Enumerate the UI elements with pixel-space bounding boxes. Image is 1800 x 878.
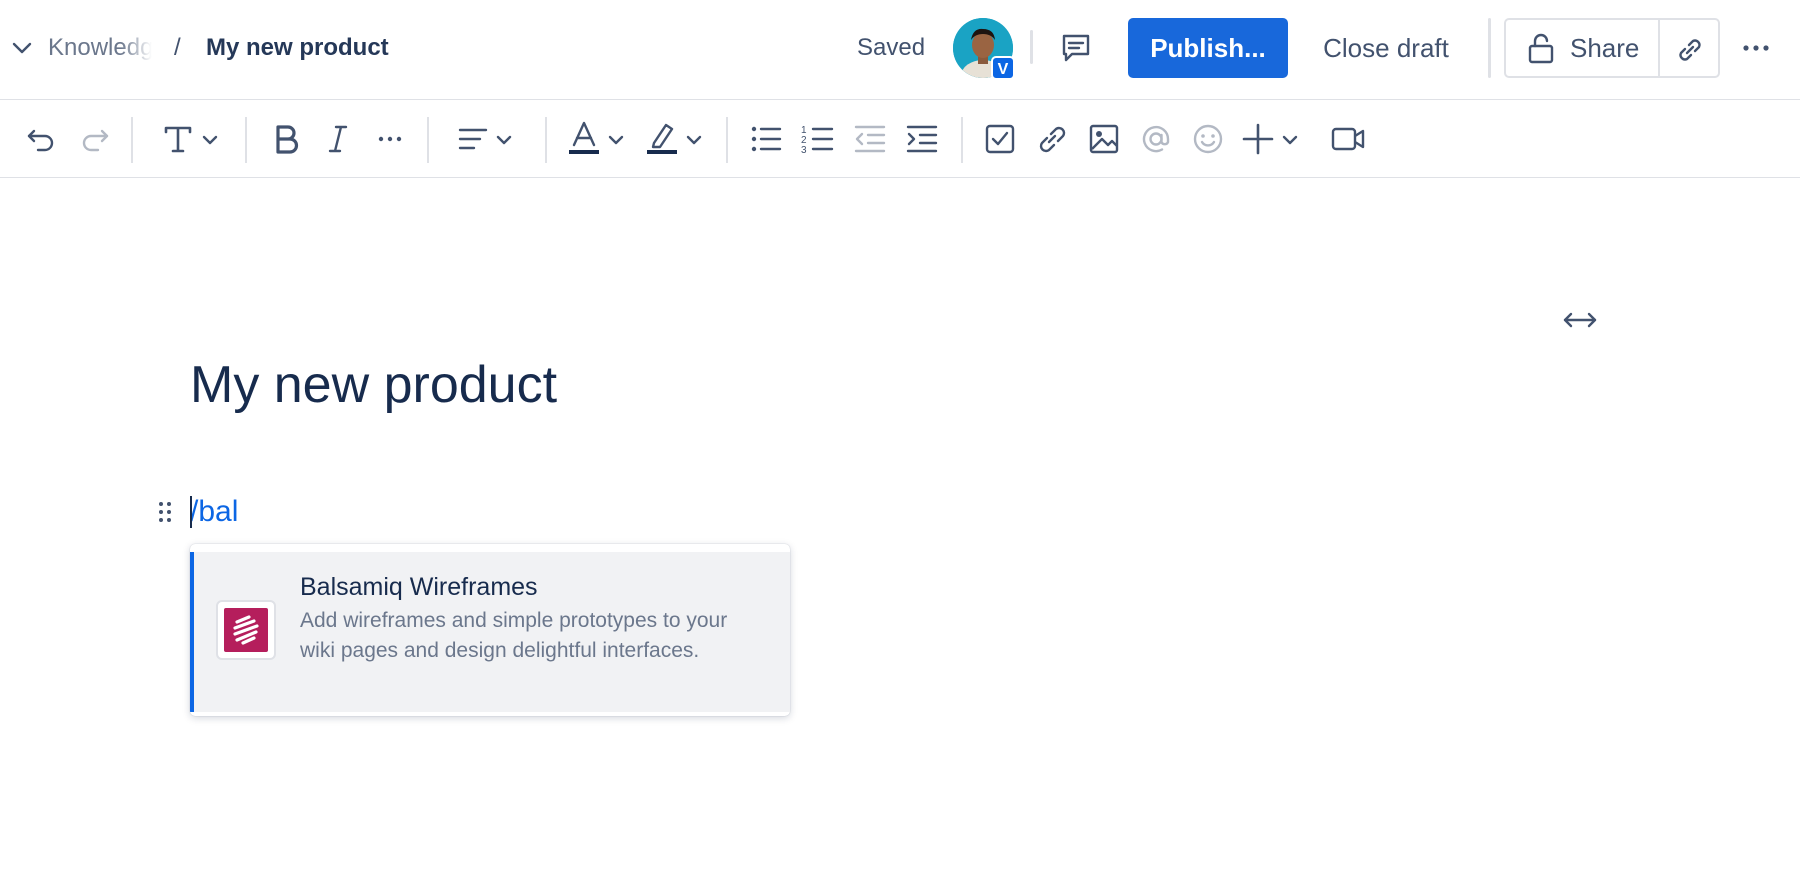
divider	[1488, 18, 1491, 78]
unlock-icon	[1528, 33, 1554, 64]
toolbar-divider	[245, 117, 247, 163]
italic-icon[interactable]	[318, 119, 358, 159]
image-icon[interactable]	[1084, 119, 1124, 159]
divider	[1030, 30, 1033, 64]
avatar-badge: V	[991, 56, 1015, 80]
share-label: Share	[1570, 33, 1640, 63]
link-icon	[1679, 39, 1701, 61]
chevron-down-icon[interactable]	[10, 36, 34, 60]
video-icon[interactable]	[1328, 119, 1368, 159]
highlight-icon[interactable]	[644, 119, 710, 159]
top-bar: Knowledge / My new product Saved V Publi…	[0, 0, 1800, 100]
breadcrumb-separator: /	[174, 34, 181, 61]
bullet-list-icon[interactable]	[746, 119, 786, 159]
outdent-icon[interactable]	[850, 119, 890, 159]
insert-icon[interactable]	[1240, 119, 1306, 159]
breadcrumb-space[interactable]: Knowledge	[48, 32, 152, 64]
indent-icon[interactable]	[902, 119, 942, 159]
balsamiq-logo-icon	[216, 600, 276, 660]
redo-icon[interactable]	[74, 119, 114, 159]
save-status: Saved	[857, 34, 926, 61]
publish-button[interactable]: Publish...	[1128, 18, 1288, 78]
toolbar-divider	[726, 117, 728, 163]
slash-command-menu: Balsamiq Wireframes Add wireframes and s…	[190, 544, 790, 716]
bold-icon[interactable]	[266, 119, 306, 159]
close-draft-button[interactable]: Close draft	[1306, 18, 1466, 78]
emoji-icon[interactable]	[1188, 119, 1228, 159]
comment-icon[interactable]	[1058, 30, 1094, 66]
menu-item-description: Add wireframes and simple prototypes to …	[300, 609, 728, 662]
alignment-icon[interactable]	[454, 119, 520, 159]
more-formatting-icon[interactable]	[370, 119, 410, 159]
text-caret	[190, 496, 192, 528]
more-options-icon[interactable]	[1738, 30, 1774, 66]
page-title[interactable]: My new product	[190, 350, 557, 420]
toolbar-divider	[131, 117, 133, 163]
full-width-toggle-icon[interactable]	[1562, 306, 1598, 334]
toolbar-divider	[545, 117, 547, 163]
editor-toolbar: 1 2 3	[0, 101, 1800, 178]
menu-item-balsamiq-wireframes[interactable]: Balsamiq Wireframes Add wireframes and s…	[190, 552, 790, 712]
slash-command-input[interactable]: /bal	[190, 494, 238, 530]
copy-link-button[interactable]	[1658, 18, 1720, 78]
text-color-icon[interactable]	[566, 119, 632, 159]
action-item-icon[interactable]	[980, 119, 1020, 159]
drag-handle-icon[interactable]	[157, 500, 173, 524]
toolbar-divider	[961, 117, 963, 163]
share-button[interactable]: Share	[1504, 18, 1660, 78]
link-icon[interactable]	[1032, 119, 1072, 159]
toolbar-divider	[427, 117, 429, 163]
text-style-icon[interactable]	[160, 119, 226, 159]
undo-icon[interactable]	[22, 119, 62, 159]
breadcrumb-page-title[interactable]: My new product	[206, 32, 389, 64]
menu-item-title: Balsamiq Wireframes	[300, 573, 538, 601]
mention-icon[interactable]	[1136, 119, 1176, 159]
svg-text:3: 3	[801, 145, 807, 156]
numbered-list-icon[interactable]: 1 2 3	[798, 119, 838, 159]
